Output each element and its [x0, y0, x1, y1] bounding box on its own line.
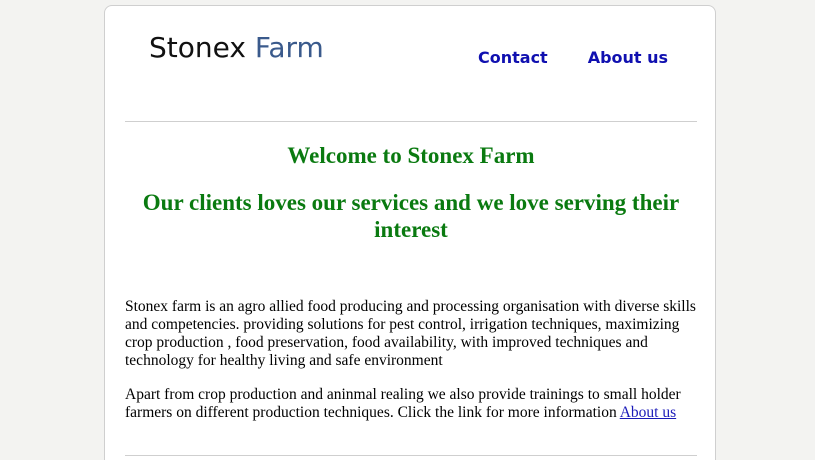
header-divider	[125, 121, 697, 122]
logo-text-farm: Farm	[254, 31, 324, 64]
page-card: Stonex Farm Contact About us Welcome to …	[104, 5, 716, 460]
logo-text-stonex: Stonex	[149, 31, 255, 64]
intro-paragraph: Stonex farm is an agro allied food produ…	[125, 298, 696, 369]
about-us-link[interactable]: About us	[620, 404, 676, 421]
welcome-heading: Welcome to Stonex Farm	[287, 143, 535, 168]
site-logo[interactable]: Stonex Farm	[149, 28, 324, 68]
services-paragraph-text: Apart from crop production and aninmal r…	[125, 386, 681, 421]
main-nav: Contact About us	[478, 48, 668, 67]
nav-link-contact[interactable]: Contact	[478, 48, 548, 67]
services-paragraph: Apart from crop production and aninmal r…	[125, 386, 697, 422]
tagline-heading: Our clients loves our services and we lo…	[142, 190, 680, 242]
footer-divider	[125, 455, 697, 456]
nav-link-about-us[interactable]: About us	[588, 48, 668, 67]
